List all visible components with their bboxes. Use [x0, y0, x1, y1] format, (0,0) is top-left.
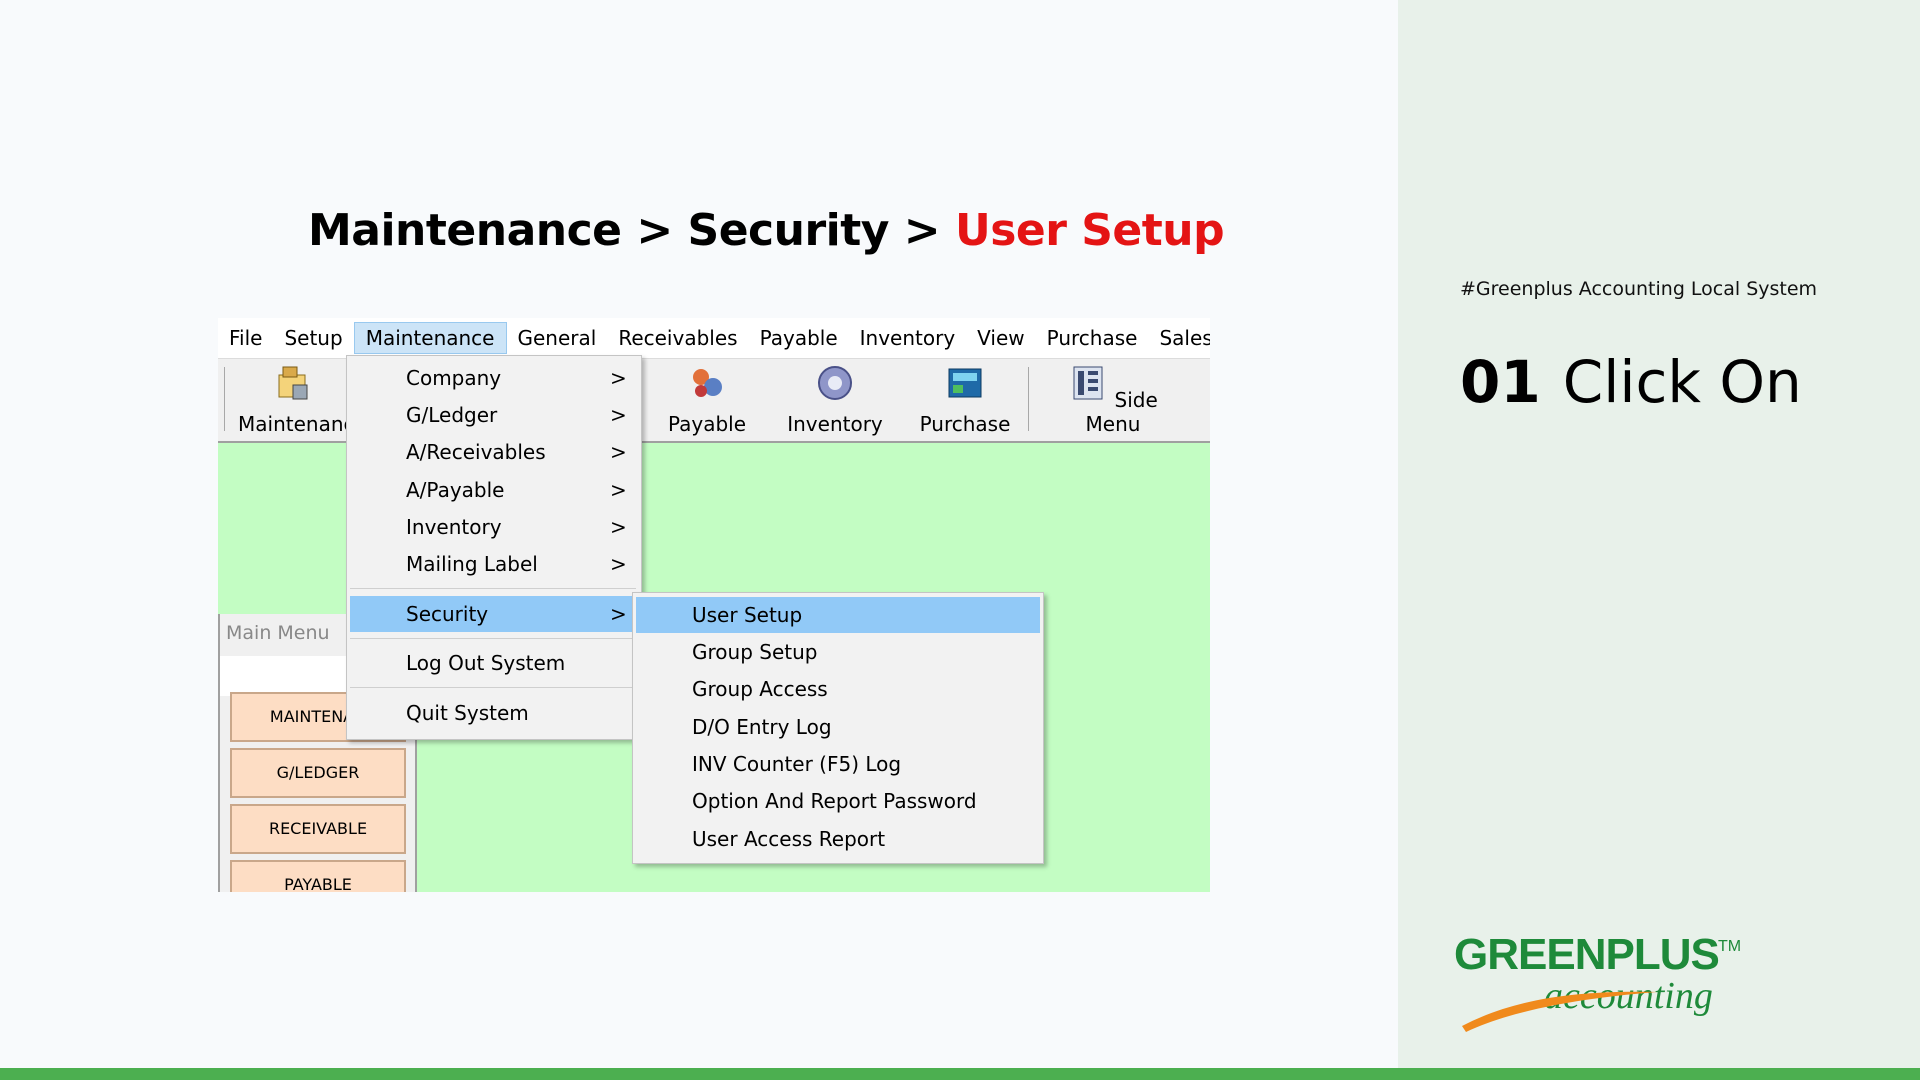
chevron-right-icon: >	[610, 552, 627, 576]
submenu-item-option-report-password[interactable]: Option And Report Password	[636, 783, 1040, 819]
submenu-item-group-setup[interactable]: Group Setup	[636, 634, 1040, 670]
main-menu-title: Main Menu	[226, 622, 330, 644]
toolbar-purchase-label: Purchase	[919, 412, 1011, 436]
logo-trademark: TM	[1718, 938, 1742, 955]
side-menu-icon	[1073, 366, 1103, 400]
submenu-item-do-entry-log[interactable]: D/O Entry Log	[636, 709, 1040, 745]
submenu-item-inv-counter-log[interactable]: INV Counter (F5) Log	[636, 746, 1040, 782]
security-submenu: User Setup Group Setup Group Access D/O …	[632, 592, 1044, 864]
menu-file[interactable]: File	[218, 322, 273, 354]
main-menu-gledger-button[interactable]: G/LEDGER	[230, 748, 406, 798]
purchase-icon	[948, 368, 982, 398]
menu-payable[interactable]: Payable	[749, 322, 849, 354]
menu-setup[interactable]: Setup	[273, 322, 353, 354]
breadcrumb-prefix: Maintenance > Security >	[308, 205, 955, 256]
main-menu-payable-button[interactable]: PAYABLE	[230, 860, 406, 892]
slide-title: Maintenance > Security > User Setup	[308, 205, 1225, 256]
payable-icon	[693, 369, 722, 397]
submenu-item-user-access-report[interactable]: User Access Report	[636, 821, 1040, 857]
toolbar-inventory-label: Inventory	[787, 412, 883, 436]
main-menu-receivable-button[interactable]: RECEIVABLE	[230, 804, 406, 854]
dropdown-item-log-out[interactable]: Log Out System	[350, 645, 636, 681]
hashtag-text: #Greenplus Accounting Local System	[1460, 278, 1818, 300]
toolbar-payable-label: Payable	[667, 412, 747, 436]
breadcrumb-highlight: User Setup	[954, 205, 1225, 256]
toolbar-payable-button[interactable]: Payable	[652, 363, 762, 436]
step-text: Click On	[1562, 348, 1802, 416]
submenu-item-group-access[interactable]: Group Access	[636, 671, 1040, 707]
dropdown-separator	[350, 687, 636, 688]
gear-icon	[818, 366, 852, 400]
chevron-right-icon: >	[610, 602, 627, 626]
chevron-right-icon: >	[610, 403, 627, 427]
menu-sales[interactable]: Sales	[1148, 322, 1210, 354]
logo-swoosh-icon	[1462, 991, 1657, 1032]
toolbar-purchase-button[interactable]: Purchase	[910, 363, 1020, 436]
dropdown-item-gledger[interactable]: G/Ledger >	[350, 397, 636, 433]
toolbar-maintenance-button[interactable]: Maintenanc	[238, 363, 355, 436]
step-heading: 01 Click On	[1460, 348, 1802, 416]
chevron-right-icon: >	[610, 515, 627, 539]
submenu-item-user-setup[interactable]: User Setup	[636, 597, 1040, 633]
dropdown-separator	[350, 588, 636, 589]
step-number: 01	[1460, 348, 1541, 416]
logo-brand-text: GREENPLUS	[1454, 930, 1720, 979]
chevron-right-icon: >	[610, 478, 627, 502]
toolbar-separator	[224, 367, 225, 431]
dropdown-item-mailing-label[interactable]: Mailing Label >	[350, 546, 636, 582]
maintenance-icon	[278, 366, 308, 400]
dropdown-item-quit[interactable]: Quit System	[350, 695, 636, 731]
menu-view[interactable]: View	[966, 322, 1035, 354]
toolbar-separator	[1028, 367, 1029, 431]
dropdown-item-areceivables[interactable]: A/Receivables >	[350, 434, 636, 470]
right-panel	[1398, 0, 1920, 1068]
menu-inventory[interactable]: Inventory	[849, 322, 967, 354]
toolbar-side-menu-button[interactable]: Side Menu	[1048, 363, 1178, 436]
dropdown-separator	[350, 638, 636, 639]
chevron-right-icon: >	[610, 366, 627, 390]
toolbar-inventory-button[interactable]: Inventory	[780, 363, 890, 436]
toolbar-maintenance-label: Maintenanc	[238, 412, 355, 436]
maintenance-dropdown: Company > G/Ledger > A/Receivables > A/Paya…	[346, 355, 642, 740]
menu-general-ledger[interactable]: General Ledger	[507, 322, 608, 382]
dropdown-item-security[interactable]: Security >	[350, 596, 636, 632]
chevron-right-icon: >	[610, 440, 627, 464]
menu-receivables[interactable]: Receivables	[607, 322, 748, 354]
dropdown-item-inventory[interactable]: Inventory >	[350, 509, 636, 545]
greenplus-logo: GREENPLUS TM accounting	[1452, 930, 1752, 1040]
bottom-bar	[0, 1068, 1920, 1080]
menu-bar: File Setup Maintenance General Ledger Re…	[218, 318, 1210, 382]
dropdown-item-company[interactable]: Company >	[350, 360, 636, 396]
menu-maintenance[interactable]: Maintenance	[353, 322, 507, 354]
menu-purchase[interactable]: Purchase	[1036, 322, 1149, 354]
dropdown-item-apayable[interactable]: A/Payable >	[350, 472, 636, 508]
